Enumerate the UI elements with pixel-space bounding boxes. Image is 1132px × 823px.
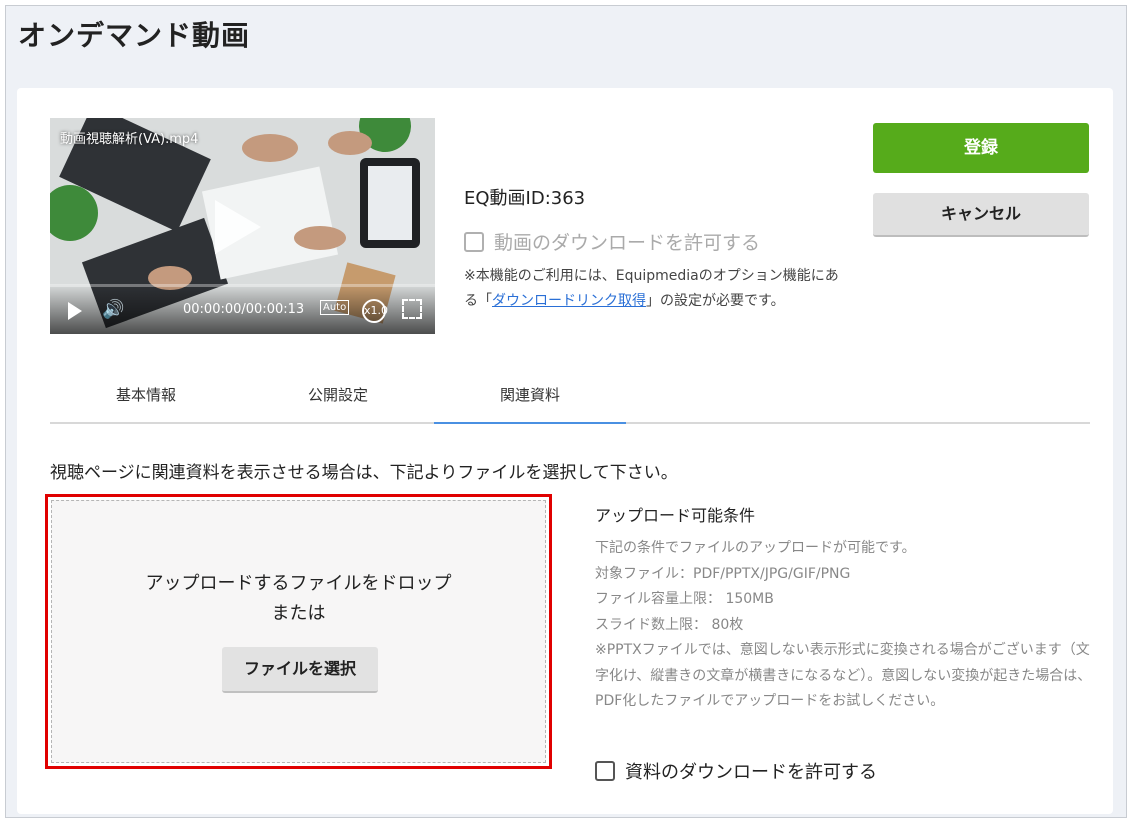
fullscreen-icon[interactable]: [402, 299, 422, 319]
cancel-button[interactable]: キャンセル: [873, 193, 1089, 237]
seek-bar[interactable]: [50, 284, 435, 287]
content-card: 動画視聴解析(VA).mp4 🔊 00:00:00/00:00:13 Auto …: [17, 88, 1113, 814]
download-note: ※本機能のご利用には、Equipmediaのオプション機能にある「ダウンロードリ…: [464, 264, 844, 314]
material-download-checkbox[interactable]: [595, 761, 615, 781]
condition-line: ※PPTXファイルでは、意図しない表示形式に変換される場合がございます（文字化け…: [595, 642, 1092, 709]
play-icon[interactable]: [68, 302, 82, 320]
video-download-checkbox[interactable]: [464, 231, 484, 252]
drop-instructions: アップロードするファイルをドロップ または: [52, 569, 545, 629]
play-overlay-icon[interactable]: [215, 200, 261, 254]
condition-line: ファイル容量上限： 150MB: [595, 591, 774, 607]
drop-text-line1: アップロードするファイルをドロップ: [145, 573, 452, 594]
quality-button[interactable]: Auto: [320, 300, 350, 315]
material-download-option[interactable]: 資料のダウンロードを許可する: [595, 758, 877, 784]
speed-button[interactable]: x1.0: [362, 299, 388, 323]
video-id: EQ動画ID:363: [464, 188, 586, 209]
time-display: 00:00:00/00:00:13: [183, 302, 305, 317]
register-button[interactable]: 登録: [873, 123, 1089, 173]
video-filename: 動画視聴解析(VA).mp4: [60, 132, 199, 147]
upload-conditions-title: アップロード可能条件: [595, 506, 756, 525]
video-controls: 🔊 00:00:00/00:00:13 Auto x1.0: [50, 284, 435, 334]
video-download-label: 動画のダウンロードを許可する: [494, 232, 761, 254]
drop-area[interactable]: アップロードするファイルをドロップ または ファイルを選択: [51, 500, 546, 763]
tab-publish-settings[interactable]: 公開設定: [242, 374, 434, 422]
page-title: オンデマンド動画: [18, 19, 251, 52]
download-link-option-link[interactable]: ダウンロードリンク取得: [492, 293, 646, 309]
condition-line: 下記の条件でファイルのアップロードが可能です。: [595, 540, 916, 556]
upload-conditions-list: 下記の条件でファイルのアップロードが可能です。 対象ファイル：PDF/PPTX/…: [595, 536, 1095, 715]
instruction-text: 視聴ページに関連資料を表示させる場合は、下記よりファイルを選択して下さい。: [50, 463, 678, 483]
condition-line: 対象ファイル：PDF/PPTX/JPG/GIF/PNG: [595, 565, 851, 582]
volume-icon[interactable]: 🔊: [102, 299, 124, 320]
condition-line: スライド数上限： 80枚: [595, 616, 744, 633]
video-download-option[interactable]: 動画のダウンロードを許可する: [464, 228, 760, 255]
video-player[interactable]: 動画視聴解析(VA).mp4 🔊 00:00:00/00:00:13 Auto …: [50, 118, 435, 334]
drop-text-line2: または: [271, 603, 326, 624]
file-drop-zone[interactable]: アップロードするファイルをドロップ または ファイルを選択: [45, 494, 552, 769]
material-download-label: 資料のダウンロードを許可する: [625, 762, 877, 783]
tab-bar: 基本情報 公開設定 関連資料: [50, 374, 1090, 424]
tab-related-materials[interactable]: 関連資料: [434, 374, 626, 424]
page-frame: オンデマンド動画 動画視聴解析(VA).mp4 🔊 00:00:00/00:00…: [5, 5, 1127, 818]
select-file-button[interactable]: ファイルを選択: [222, 647, 378, 693]
note-text-after: 」の設定が必要です。: [646, 293, 785, 309]
tab-basic-info[interactable]: 基本情報: [50, 374, 242, 422]
